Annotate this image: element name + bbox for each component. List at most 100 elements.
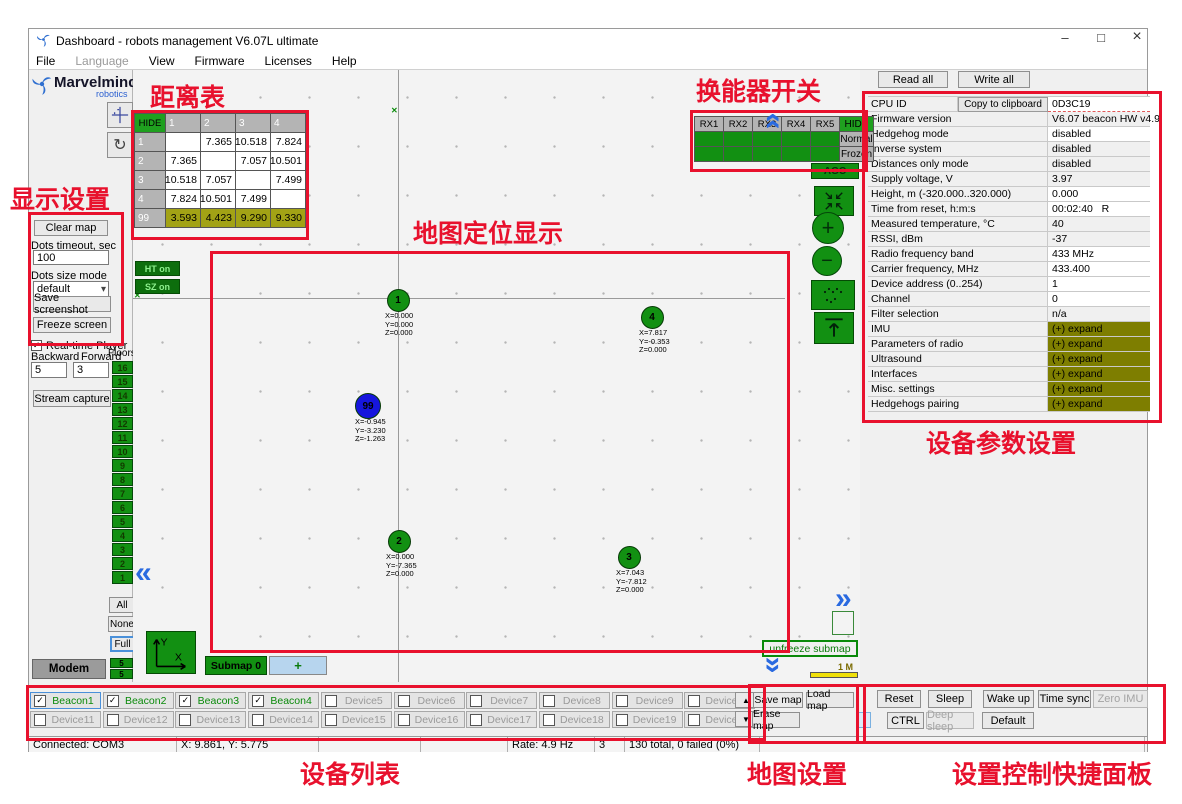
rx-frozen-cell-1[interactable] (695, 147, 723, 161)
floor-6[interactable]: 6 (112, 501, 133, 514)
param-value-carrier-frequency-mhz[interactable]: 433.400 (1048, 262, 1150, 277)
backward-input[interactable] (31, 362, 67, 378)
floor-5[interactable]: 5 (112, 515, 133, 528)
scroll-map-up-icon[interactable]: » (758, 113, 784, 130)
device-cell-beacon1[interactable]: ✓Beacon1 (30, 692, 101, 709)
menu-view[interactable]: View (143, 52, 181, 70)
floor-14[interactable]: 14 (112, 389, 133, 402)
device-cell-beacon4[interactable]: ✓Beacon4 (248, 692, 319, 709)
rx-hide-button[interactable]: HIDE (840, 117, 873, 131)
device-checkbox-beacon1[interactable]: ✓ (34, 695, 46, 707)
device-cell-device17[interactable]: Device17 (466, 711, 537, 728)
device-checkbox-device11[interactable] (34, 714, 46, 726)
menu-help[interactable]: Help (326, 52, 363, 70)
param-cpu-id-value[interactable]: 0D3C19 (1048, 97, 1150, 112)
param-value-radio-frequency-band[interactable]: 433 MHz (1048, 247, 1150, 262)
device-checkbox-device20[interactable] (688, 714, 700, 726)
ht-on-button[interactable]: HT on (135, 261, 180, 276)
floor-3[interactable]: 3 (112, 543, 133, 556)
scroll-map-down-icon[interactable]: » (760, 657, 786, 674)
menu-firmware[interactable]: Firmware (189, 52, 251, 70)
device-checkbox-device5[interactable] (325, 695, 337, 707)
scroll-map-left-icon[interactable]: « (135, 560, 152, 586)
wake-up-button[interactable]: Wake up (983, 690, 1034, 708)
rx-frozen-cell-5[interactable] (811, 147, 839, 161)
rx-normal-cell-4[interactable] (782, 132, 810, 146)
floor-13[interactable]: 13 (112, 403, 133, 416)
floor-1[interactable]: 1 (112, 571, 133, 584)
floor-10[interactable]: 10 (112, 445, 133, 458)
rx-normal-cell-5[interactable] (811, 132, 839, 146)
beacon-3[interactable]: 3 (618, 546, 641, 569)
zoom-in-button[interactable]: + (812, 212, 844, 244)
load-map-button[interactable]: Load map (806, 692, 854, 708)
rx-frozen-cell-3[interactable] (753, 147, 781, 161)
device-checkbox-beacon2[interactable]: ✓ (107, 695, 119, 707)
rx-normal-label[interactable]: Normal (840, 132, 873, 146)
save-screenshot-button[interactable]: Save screenshot (33, 296, 111, 312)
zoom-out-button[interactable]: − (812, 246, 842, 276)
erase-map-button[interactable]: Erase map (752, 712, 800, 728)
floor-15[interactable]: 15 (112, 375, 133, 388)
device-checkbox-device6[interactable] (398, 695, 410, 707)
scroll-map-right-icon[interactable]: » (835, 586, 852, 612)
beacon-1[interactable]: 1 (387, 289, 410, 312)
freeze-screen-button[interactable]: Freeze screen (33, 317, 111, 333)
param-value-parameters-of-radio[interactable]: (+) expand (1048, 337, 1150, 352)
device-checkbox-device8[interactable] (543, 695, 555, 707)
rx-normal-cell-2[interactable] (724, 132, 752, 146)
crosshair-tool-button[interactable] (107, 102, 133, 128)
rx-normal-cell-1[interactable] (695, 132, 723, 146)
param-value-imu[interactable]: (+) expand (1048, 322, 1150, 337)
device-cell-beacon3[interactable]: ✓Beacon3 (175, 692, 246, 709)
param-value-interfaces[interactable]: (+) expand (1048, 367, 1150, 382)
device-cell-device5[interactable]: Device5 (321, 692, 392, 709)
device-checkbox-device9[interactable] (616, 695, 628, 707)
forward-input[interactable] (73, 362, 109, 378)
device-checkbox-device16[interactable] (398, 714, 410, 726)
time-sync-button[interactable]: Time sync (1038, 690, 1091, 708)
rx-frozen-cell-2[interactable] (724, 147, 752, 161)
floor-11[interactable]: 11 (112, 431, 133, 444)
device-cell-device15[interactable]: Device15 (321, 711, 392, 728)
param-value-time-from-reset-h-m-s[interactable]: 00:02:40 R (1048, 202, 1150, 217)
device-checkbox-device7[interactable] (470, 695, 482, 707)
ctrl-focus-box[interactable] (856, 712, 871, 728)
floor-9[interactable]: 9 (112, 459, 133, 472)
axis-orientation-button[interactable]: Y X (146, 631, 196, 674)
device-checkbox-device15[interactable] (325, 714, 337, 726)
write-all-button[interactable]: Write all (958, 71, 1030, 88)
param-value-ultrasound[interactable]: (+) expand (1048, 352, 1150, 367)
device-cell-device13[interactable]: Device13 (175, 711, 246, 728)
fit-to-screen-button[interactable] (814, 186, 854, 216)
param-value-height-m-320-000-320-000-[interactable]: 0.000 (1048, 187, 1150, 202)
rx-frozen-cell-4[interactable] (782, 147, 810, 161)
rx-header-rx2[interactable]: RX2 (724, 117, 752, 131)
floor-7[interactable]: 7 (112, 487, 133, 500)
device-cell-device14[interactable]: Device14 (248, 711, 319, 728)
device-cell-device16[interactable]: Device16 (394, 711, 465, 728)
floor-12[interactable]: 12 (112, 417, 133, 430)
device-checkbox-beacon4[interactable]: ✓ (252, 695, 264, 707)
device-cell-device18[interactable]: Device18 (539, 711, 610, 728)
device-cell-device19[interactable]: Device19 (612, 711, 683, 728)
dots-timeout-input[interactable] (33, 250, 109, 265)
maximize-button[interactable]: □ (1088, 30, 1114, 48)
sz-on-button[interactable]: SZ on (135, 279, 180, 294)
distance-table-hide-button[interactable]: HIDE (135, 114, 165, 132)
default-button[interactable]: Default (982, 712, 1034, 729)
param-value-channel[interactable]: 0 (1048, 292, 1150, 307)
reset-button[interactable]: Reset (877, 690, 921, 708)
floors-none-button[interactable]: None (108, 616, 136, 632)
close-button[interactable]: × (1124, 28, 1150, 48)
floor-4[interactable]: 4 (112, 529, 133, 542)
add-submap-button[interactable]: + (269, 656, 327, 675)
beacon-4[interactable]: 4 (641, 306, 664, 329)
device-checkbox-device19[interactable] (616, 714, 628, 726)
modem-cell-top[interactable]: 5 (110, 658, 133, 668)
floor-16[interactable]: 16 (112, 361, 133, 374)
save-map-button[interactable]: Save map (753, 692, 803, 708)
device-checkbox-device10[interactable] (688, 695, 700, 707)
modem-cell-bottom[interactable]: 5 (110, 669, 133, 679)
realtime-player-checkbox[interactable]: ✓ (31, 340, 42, 351)
